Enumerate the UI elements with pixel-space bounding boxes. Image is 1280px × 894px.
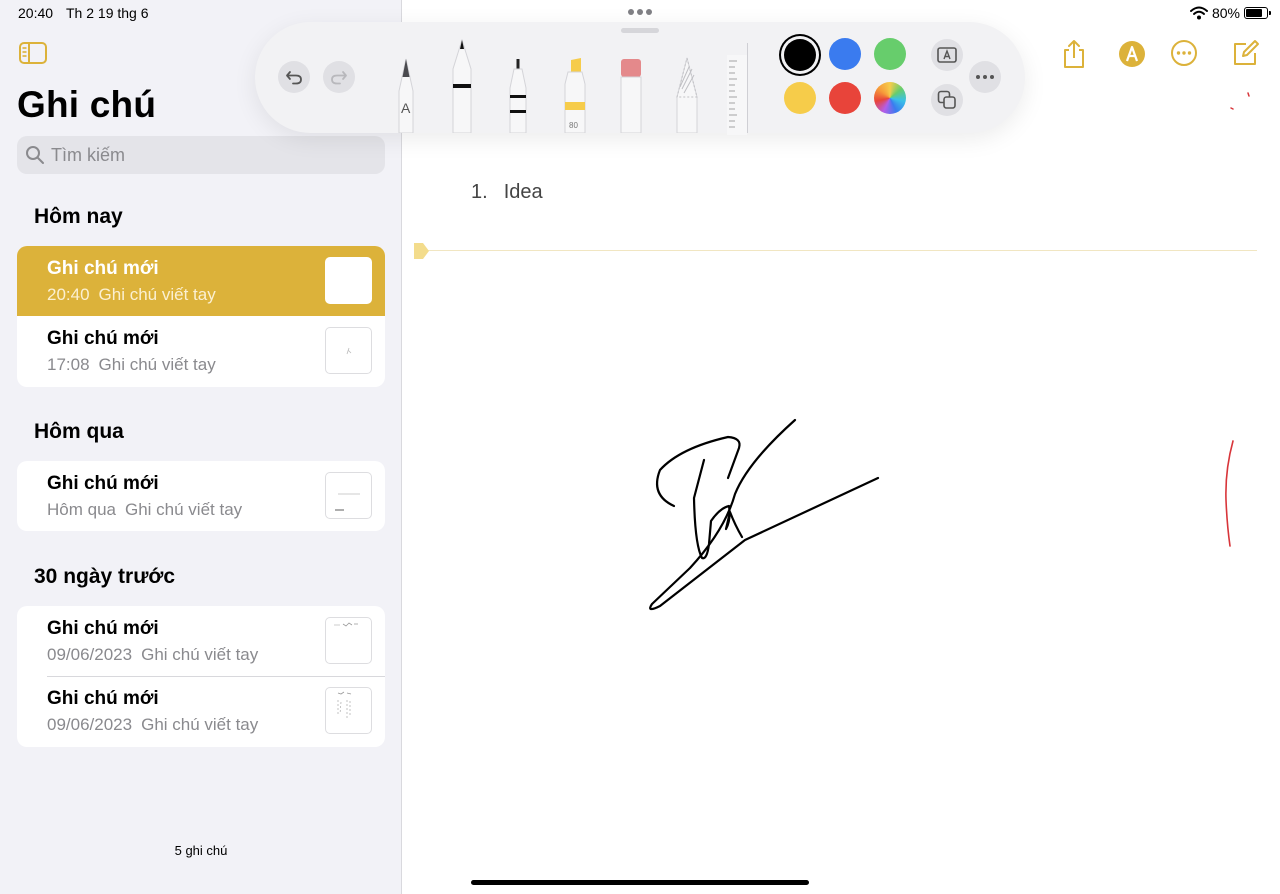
- text-pen-icon: [398, 58, 414, 134]
- palette-divider: [747, 43, 748, 133]
- multitasking-menu[interactable]: [628, 9, 652, 15]
- status-indicators: 80%: [1189, 5, 1271, 21]
- text-pen-label: A: [401, 100, 411, 116]
- section-title-yesterday: Hôm qua: [34, 420, 124, 443]
- sidebar-icon: [19, 42, 47, 64]
- battery-percent: 80%: [1211, 5, 1240, 21]
- ruler-tool[interactable]: [727, 55, 747, 140]
- color-swatch-green[interactable]: [874, 38, 906, 70]
- note-group-30-days: Ghi chú mới 09/06/2023 Ghi chú viết tay G…: [17, 606, 385, 747]
- search-bar[interactable]: [17, 136, 385, 174]
- note-item[interactable]: Ghi chú mới 09/06/2023 Ghi chú viết tay: [17, 676, 385, 746]
- marker-tool[interactable]: 80: [563, 58, 587, 138]
- note-item[interactable]: Ghi chú mới 20:40 Ghi chú viết tay: [17, 246, 385, 316]
- color-picker-swatch[interactable]: [874, 82, 906, 114]
- pen-icon: [452, 38, 472, 134]
- note-time: Hôm qua: [47, 500, 116, 519]
- note-meta: 09/06/2023 Ghi chú viết tay: [47, 715, 258, 735]
- section-title-today: Hôm nay: [34, 205, 123, 228]
- share-icon: [1064, 40, 1084, 68]
- note-thumbnail: [325, 472, 372, 519]
- eraser-icon: [620, 59, 642, 134]
- note-meta: 20:40 Ghi chú viết tay: [47, 285, 216, 305]
- undo-icon: [286, 71, 302, 85]
- note-subtitle: Ghi chú viết tay: [124, 500, 243, 519]
- sidebar-toggle-button[interactable]: [19, 41, 47, 65]
- note-time: 17:08: [47, 355, 90, 374]
- redo-icon: [331, 71, 347, 85]
- markup-icon: [1119, 41, 1145, 67]
- search-icon: [26, 146, 44, 164]
- home-indicator[interactable]: [471, 880, 809, 885]
- palette-more-button[interactable]: [969, 61, 1001, 93]
- battery-level: [1246, 9, 1262, 17]
- battery-icon: [1244, 7, 1271, 19]
- list-number: 1.: [471, 181, 488, 203]
- notes-count: 5 ghi chú: [174, 843, 228, 858]
- numbered-list-item[interactable]: 1. Idea: [471, 181, 543, 204]
- fineliner-tool[interactable]: [506, 58, 530, 138]
- note-subtitle: Ghi chú viết tay: [98, 285, 216, 304]
- note-meta: 17:08 Ghi chú viết tay: [47, 355, 216, 375]
- lasso-tool[interactable]: [675, 57, 699, 138]
- eraser-tool[interactable]: [619, 58, 643, 138]
- note-meta: 09/06/2023 Ghi chú viết tay: [47, 645, 258, 665]
- compose-button[interactable]: [1232, 39, 1260, 67]
- note-group-today: Ghi chú mới 20:40 Ghi chú viết tay Ghi ch…: [17, 246, 385, 387]
- ruler-icon: [727, 55, 747, 135]
- status-time: 20:40: [18, 5, 54, 21]
- text-box-icon: [937, 47, 957, 63]
- undo-button[interactable]: [278, 61, 310, 93]
- note-time: 09/06/2023: [47, 645, 133, 664]
- note-meta: Hôm qua Ghi chú viết tay: [47, 500, 242, 520]
- compose-icon: [1234, 40, 1259, 65]
- notes-sidebar: 20:40 Th 2 19 thg 6 Ghi chú Hôm nay Ghi …: [0, 0, 402, 894]
- text-pen-tool[interactable]: A: [395, 57, 417, 138]
- lasso-icon: [676, 57, 698, 134]
- note-subtitle: Ghi chú viết tay: [141, 715, 259, 734]
- page-title: Ghi chú: [17, 84, 157, 125]
- note-item[interactable]: Ghi chú mới 17:08 Ghi chú viết tay: [17, 316, 385, 386]
- redo-button[interactable]: [323, 61, 355, 93]
- more-icon: [1171, 40, 1197, 66]
- note-title: Ghi chú mới: [47, 618, 159, 639]
- note-thumbnail: [325, 327, 372, 374]
- more-options-button[interactable]: [1170, 39, 1198, 67]
- color-swatch-blue[interactable]: [829, 38, 861, 70]
- note-time: 09/06/2023: [47, 715, 133, 734]
- section-title-30-days: 30 ngày trước: [34, 565, 176, 588]
- note-thumbnail: [325, 617, 372, 664]
- note-subtitle: Ghi chú viết tay: [98, 355, 216, 374]
- share-button[interactable]: [1060, 39, 1088, 68]
- status-date: Th 2 19 thg 6: [66, 5, 149, 21]
- note-thumbnail: [325, 257, 372, 304]
- note-group-yesterday: Ghi chú mới Hôm qua Ghi chú viết tay: [17, 461, 385, 531]
- markup-button[interactable]: [1117, 39, 1145, 67]
- note-title: Ghi chú mới: [47, 688, 159, 709]
- color-swatch-red[interactable]: [829, 82, 861, 114]
- note-time: 20:40: [47, 285, 90, 304]
- note-title: Ghi chú mới: [47, 258, 159, 279]
- note-title: Ghi chú mới: [47, 473, 159, 494]
- add-text-box-button[interactable]: [931, 39, 963, 71]
- marker-size-label: 80: [569, 121, 578, 130]
- pen-tool[interactable]: [450, 38, 474, 138]
- note-item[interactable]: Ghi chú mới 09/06/2023 Ghi chú viết tay: [17, 606, 385, 676]
- list-text: Idea: [503, 181, 543, 203]
- palette-grabber[interactable]: [621, 28, 659, 33]
- shapes-button[interactable]: [931, 84, 963, 116]
- note-item[interactable]: Ghi chú mới Hôm qua Ghi chú viết tay: [17, 461, 385, 531]
- ellipsis-icon: [976, 75, 994, 79]
- copy-shapes-icon: [937, 90, 956, 109]
- wifi-icon: [1189, 6, 1208, 20]
- note-thumbnail: [325, 687, 372, 734]
- color-swatch-black[interactable]: [784, 39, 816, 71]
- color-swatch-yellow[interactable]: [784, 82, 816, 114]
- drawing-resize-handle[interactable]: [413, 242, 429, 260]
- drawing-area-divider: [425, 250, 1257, 251]
- search-input[interactable]: [51, 144, 371, 166]
- note-subtitle: Ghi chú viết tay: [141, 645, 259, 664]
- note-title: Ghi chú mới: [47, 328, 159, 349]
- fineliner-icon: [509, 59, 527, 134]
